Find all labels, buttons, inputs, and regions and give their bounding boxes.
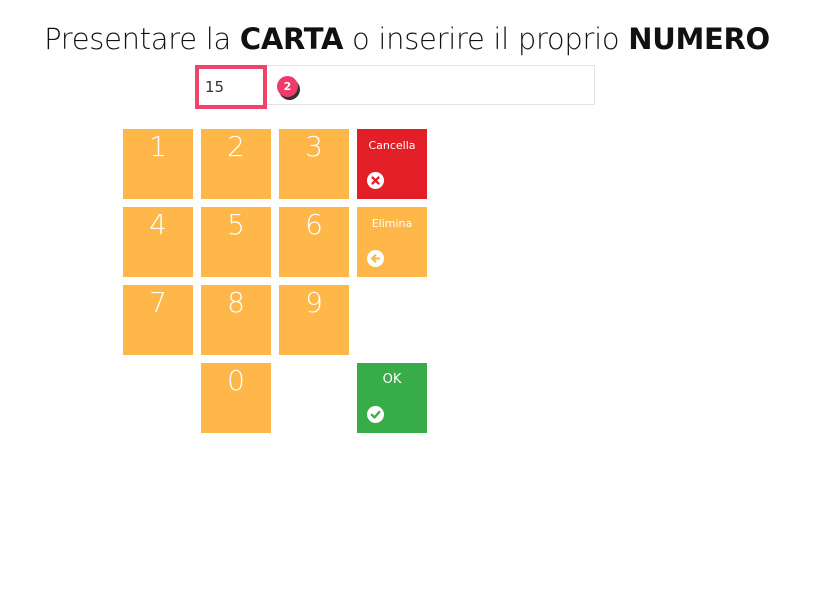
delete-label: Elimina — [371, 217, 413, 230]
step-badge: 2 — [277, 76, 298, 97]
card-number-row: 2 — [195, 65, 595, 109]
title-card-word: CARTA — [239, 22, 344, 56]
card-number-input[interactable] — [199, 69, 263, 105]
key-4[interactable]: 4 — [123, 207, 193, 277]
key-6[interactable]: 6 — [279, 207, 349, 277]
key-5[interactable]: 5 — [201, 207, 271, 277]
ok-label: OK — [382, 372, 402, 387]
key-7[interactable]: 7 — [123, 285, 193, 355]
key-0[interactable]: 0 — [201, 363, 271, 433]
check-circle-icon — [367, 406, 384, 423]
key-8[interactable]: 8 — [201, 285, 271, 355]
title-text-2: o inserire il proprio — [343, 22, 629, 56]
key-2[interactable]: 2 — [201, 129, 271, 199]
page: Presentare la CARTA o inserire il propri… — [0, 0, 814, 605]
cancel-label: Cancella — [368, 139, 416, 152]
delete-button[interactable]: Elimina — [357, 207, 427, 277]
card-number-field-extension — [267, 65, 595, 105]
arrow-left-circle-icon — [367, 250, 384, 267]
card-number-highlight — [195, 65, 267, 109]
ok-button[interactable]: OK — [357, 363, 427, 433]
key-1[interactable]: 1 — [123, 129, 193, 199]
cancel-button[interactable]: Cancella — [357, 129, 427, 199]
key-9[interactable]: 9 — [279, 285, 349, 355]
key-3[interactable]: 3 — [279, 129, 349, 199]
page-title: Presentare la CARTA o inserire il propri… — [0, 22, 814, 56]
title-text-1: Presentare la — [44, 22, 240, 56]
close-circle-icon — [367, 172, 384, 189]
title-number-word: NUMERO — [628, 22, 770, 56]
